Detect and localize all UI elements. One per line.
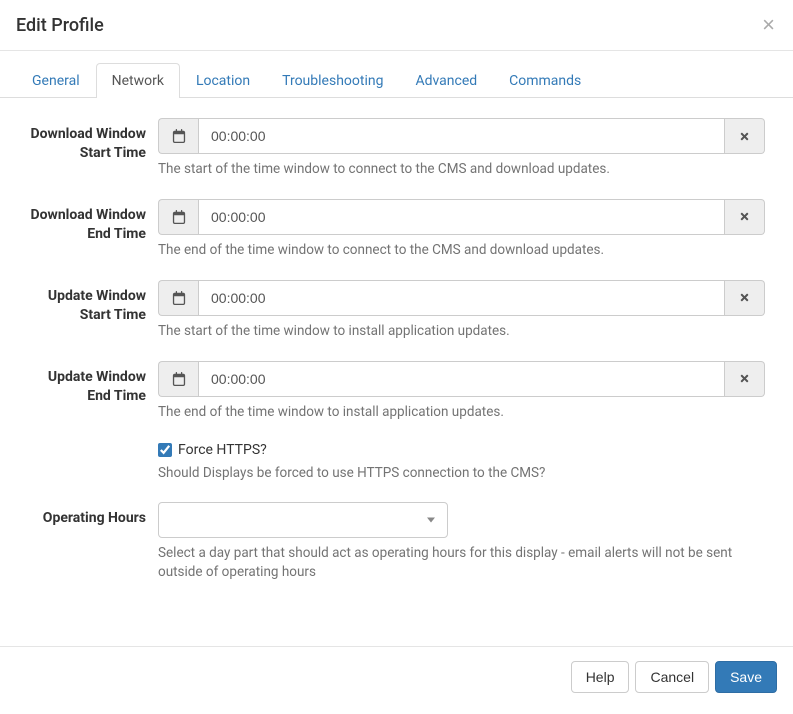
help-operating-hours: Select a day part that should act as ope… <box>158 544 765 582</box>
modal-footer: Help Cancel Save <box>0 646 793 707</box>
time-picker-download-start <box>158 118 765 154</box>
tab-advanced[interactable]: Advanced <box>399 63 493 98</box>
modal-header: Edit Profile × <box>0 0 793 51</box>
save-button[interactable]: Save <box>715 661 777 693</box>
tab-location[interactable]: Location <box>180 63 266 98</box>
label-update-window-start: Update Window Start Time <box>28 280 146 341</box>
edit-profile-modal: Edit Profile × General Network Location … <box>0 0 793 707</box>
label-operating-hours: Operating Hours <box>28 502 146 582</box>
label-download-window-start: Download Window Start Time <box>28 118 146 179</box>
checkbox-label-force-https[interactable]: Force HTTPS? <box>158 442 545 458</box>
time-picker-update-start <box>158 280 765 316</box>
clear-update-end-button[interactable] <box>725 361 765 397</box>
tab-bar: General Network Location Troubleshooting… <box>0 63 793 98</box>
cancel-button[interactable]: Cancel <box>635 661 709 693</box>
clear-download-end-button[interactable] <box>725 199 765 235</box>
modal-title: Edit Profile <box>16 15 104 36</box>
tab-troubleshooting[interactable]: Troubleshooting <box>266 63 399 98</box>
calendar-icon[interactable] <box>158 118 198 154</box>
tab-general[interactable]: General <box>16 63 96 98</box>
time-picker-download-end <box>158 199 765 235</box>
time-picker-update-end <box>158 361 765 397</box>
modal-body: Download Window Start Time The start of … <box>0 98 793 612</box>
calendar-icon[interactable] <box>158 280 198 316</box>
calendar-icon[interactable] <box>158 361 198 397</box>
help-update-window-end: The end of the time window to install ap… <box>158 403 765 422</box>
label-update-window-end: Update Window End Time <box>28 361 146 422</box>
calendar-icon[interactable] <box>158 199 198 235</box>
field-download-window-start: Download Window Start Time The start of … <box>28 118 765 179</box>
help-force-https: Should Displays be forced to use HTTPS c… <box>158 464 545 483</box>
input-update-window-start[interactable] <box>198 280 725 316</box>
help-download-window-start: The start of the time window to connect … <box>158 160 765 179</box>
tab-network[interactable]: Network <box>96 63 180 98</box>
label-text-force-https: Force HTTPS? <box>178 442 267 458</box>
label-download-window-end: Download Window End Time <box>28 199 146 260</box>
help-update-window-start: The start of the time window to install … <box>158 322 765 341</box>
clear-update-start-button[interactable] <box>725 280 765 316</box>
close-button[interactable]: × <box>762 14 775 36</box>
field-force-https: Force HTTPS? Should Displays be forced t… <box>28 442 765 483</box>
select-operating-hours[interactable] <box>158 502 448 538</box>
input-download-window-start[interactable] <box>198 118 725 154</box>
tab-commands[interactable]: Commands <box>493 63 597 98</box>
input-download-window-end[interactable] <box>198 199 725 235</box>
clear-download-start-button[interactable] <box>725 118 765 154</box>
checkbox-force-https[interactable] <box>158 443 172 457</box>
field-update-window-start: Update Window Start Time The start of th… <box>28 280 765 341</box>
help-button[interactable]: Help <box>571 661 630 693</box>
field-download-window-end: Download Window End Time The end of the … <box>28 199 765 260</box>
field-operating-hours: Operating Hours Select a day part that s… <box>28 502 765 582</box>
close-icon: × <box>762 12 775 37</box>
input-update-window-end[interactable] <box>198 361 725 397</box>
help-download-window-end: The end of the time window to connect to… <box>158 241 765 260</box>
field-update-window-end: Update Window End Time The end of the ti… <box>28 361 765 422</box>
chevron-down-icon <box>427 518 435 523</box>
